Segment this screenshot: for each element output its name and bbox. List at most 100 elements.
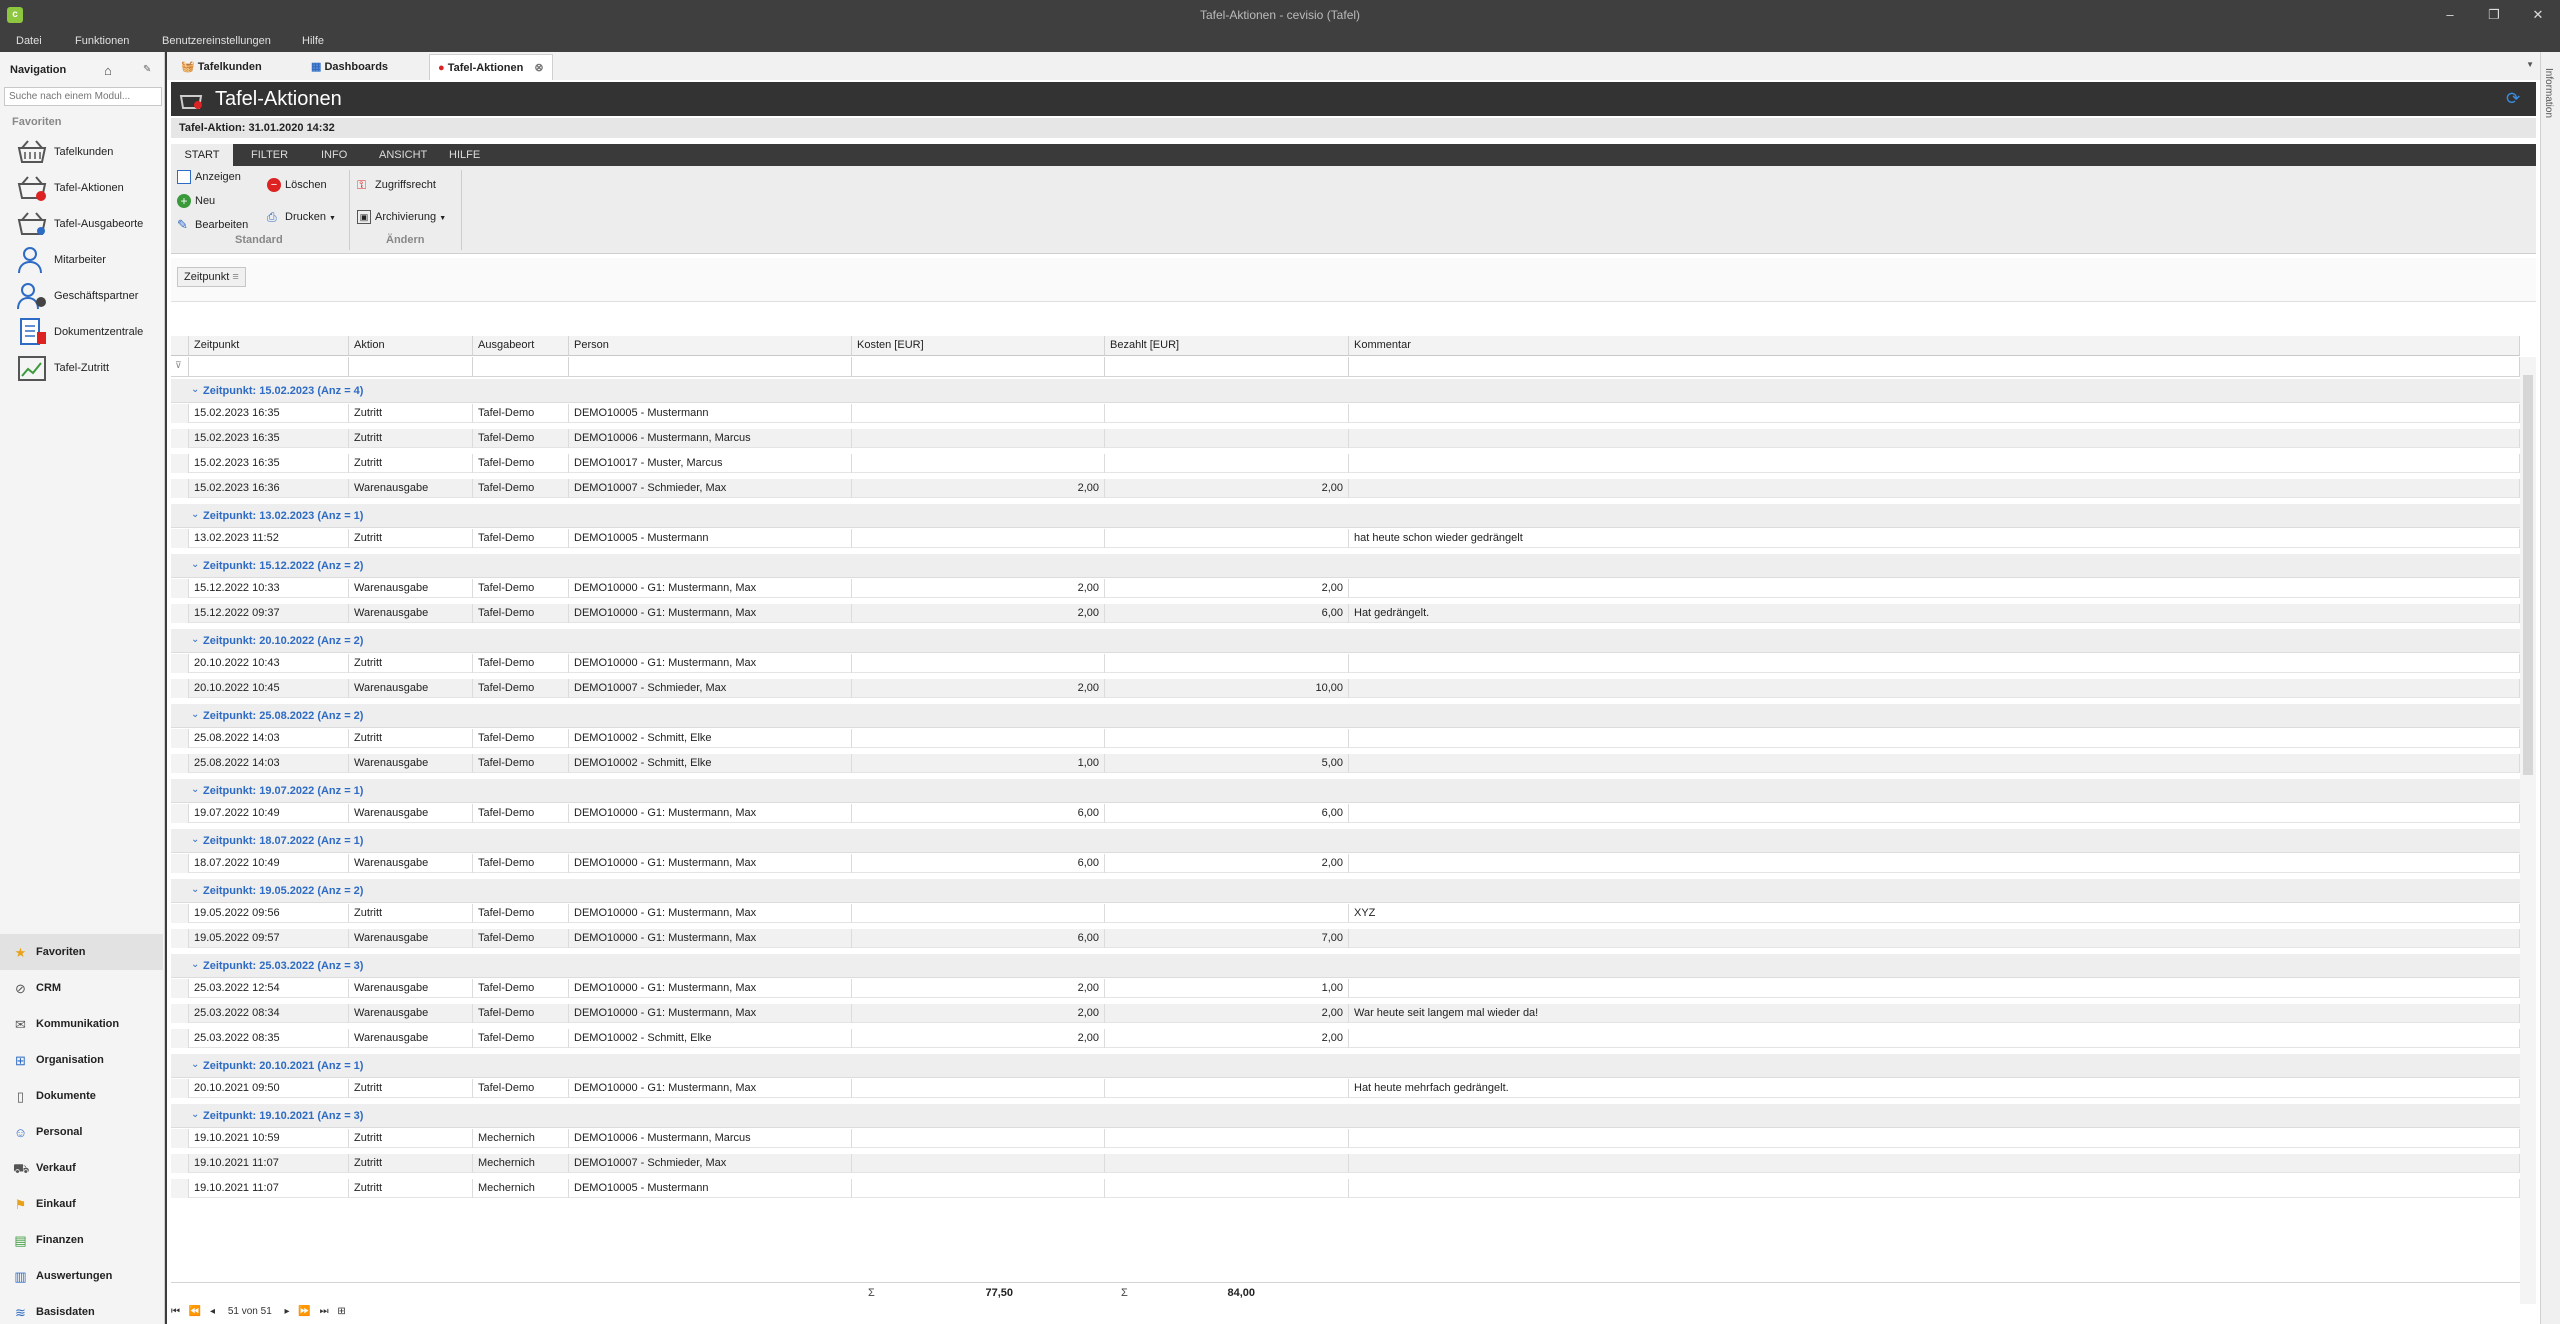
module-organisation[interactable]: ⊞ Organisation — [0, 1042, 163, 1078]
archivierung-button[interactable]: ▣ Archivierung ▼ — [357, 210, 446, 230]
minimize-button[interactable]: – — [2436, 5, 2464, 25]
next-page-icon[interactable]: ⏩ — [298, 1306, 310, 1317]
module-kommunikation[interactable]: ✉ Kommunikation — [0, 1006, 163, 1042]
anzeigen-button[interactable]: Anzeigen — [177, 170, 241, 190]
module-verkauf[interactable]: ⛟ Verkauf — [0, 1150, 163, 1186]
group-row[interactable]: ⌄ Zeitpunkt: 20.10.2022 (Anz = 2) — [171, 629, 2520, 653]
table-row[interactable]: 19.10.2021 10:59 Zutritt Mechernich DEMO100… — [171, 1129, 2520, 1148]
filter-cell[interactable] — [473, 357, 569, 377]
table-row[interactable]: 15.02.2023 16:35 Zutritt Tafel-Demo DEMO100… — [171, 454, 2520, 473]
filter-cell[interactable] — [349, 357, 473, 377]
info-panel-label[interactable]: Information — [2543, 68, 2554, 118]
filter-cell[interactable] — [1349, 357, 2520, 377]
column-header[interactable]: Person — [569, 336, 852, 356]
neu-button[interactable]: + Neu — [177, 194, 215, 214]
drucken-button[interactable]: ⎙ Drucken ▼ — [267, 210, 336, 230]
chevron-down-icon[interactable]: ⌄ — [191, 509, 199, 520]
table-row[interactable]: 20.10.2022 10:45 Warenausgabe Tafel-Demo DE… — [171, 679, 2520, 698]
info-panel-strip[interactable] — [2540, 52, 2560, 1324]
next-record-icon[interactable]: ▸ — [285, 1306, 290, 1317]
column-header[interactable]: Kommentar — [1349, 336, 2520, 356]
home-icon[interactable]: ⌂ — [104, 63, 112, 78]
tab-tafelkunden[interactable]: 🧺 Tafelkunden — [173, 54, 270, 80]
chevron-down-icon[interactable]: ⌄ — [191, 884, 199, 895]
chevron-down-icon[interactable]: ⌄ — [191, 834, 199, 845]
table-row[interactable]: 25.03.2022 08:34 Warenausgabe Tafel-Demo DE… — [171, 1004, 2520, 1023]
ribbon-tab-hilfe[interactable]: HILFE — [439, 144, 490, 166]
column-header[interactable]: Ausgabeort — [473, 336, 569, 356]
first-record-icon[interactable]: ⏮ — [171, 1306, 180, 1317]
column-header[interactable]: Aktion — [349, 336, 473, 356]
chevron-down-icon[interactable]: ⌄ — [191, 959, 199, 970]
menu-funktionen[interactable]: Funktionen — [75, 35, 129, 47]
prev-page-icon[interactable]: ⏪ — [189, 1306, 201, 1317]
ribbon-tab-ansicht[interactable]: ANSICHT — [369, 144, 437, 166]
table-row[interactable]: 18.07.2022 10:49 Warenausgabe Tafel-Demo DE… — [171, 854, 2520, 873]
filter-cell[interactable] — [852, 357, 1105, 377]
fav-item-tafel-aktionen[interactable]: Tafel-Aktionen — [16, 172, 161, 204]
fav-item-dokumentzentrale[interactable]: Dokumentzentrale — [16, 316, 161, 348]
table-row[interactable]: 19.05.2022 09:56 Zutritt Tafel-Demo DEMO100… — [171, 904, 2520, 923]
filter-cell[interactable] — [569, 357, 852, 377]
module-einkauf[interactable]: ⚑ Einkauf — [0, 1186, 163, 1222]
refresh-icon[interactable]: ⟳ — [2506, 90, 2524, 108]
table-row[interactable]: 19.05.2022 09:57 Warenausgabe Tafel-Demo DE… — [171, 929, 2520, 948]
loeschen-button[interactable]: − Löschen — [267, 178, 327, 198]
ribbon-tab-info[interactable]: INFO — [311, 144, 357, 166]
module-personal[interactable]: ☺ Personal — [0, 1114, 163, 1150]
maximize-button[interactable]: ❐ — [2480, 5, 2508, 25]
group-row[interactable]: ⌄ Zeitpunkt: 20.10.2021 (Anz = 1) — [171, 1054, 2520, 1078]
fav-item-tafel-zutritt[interactable]: Tafel-Zutritt — [16, 352, 161, 384]
vertical-scrollbar[interactable] — [2520, 357, 2536, 1304]
table-row[interactable]: 15.12.2022 10:33 Warenausgabe Tafel-Demo DE… — [171, 579, 2520, 598]
column-header[interactable]: Zeitpunkt — [189, 336, 349, 356]
table-row[interactable]: 19.10.2021 11:07 Zutritt Mechernich DEMO100… — [171, 1179, 2520, 1198]
fav-item-mitarbeiter[interactable]: Mitarbeiter — [16, 244, 161, 276]
close-button[interactable]: ✕ — [2524, 5, 2552, 25]
table-row[interactable]: 25.03.2022 08:35 Warenausgabe Tafel-Demo DE… — [171, 1029, 2520, 1048]
table-row[interactable]: 15.02.2023 16:36 Warenausgabe Tafel-Demo DE… — [171, 479, 2520, 498]
group-row[interactable]: ⌄ Zeitpunkt: 19.07.2022 (Anz = 1) — [171, 779, 2520, 803]
group-row[interactable]: ⌄ Zeitpunkt: 13.02.2023 (Anz = 1) — [171, 504, 2520, 528]
prev-record-icon[interactable]: ◂ — [210, 1306, 215, 1317]
chevron-down-icon[interactable]: ⌄ — [191, 784, 199, 795]
tab-close-icon[interactable]: ⊗ — [534, 62, 543, 74]
chevron-down-icon[interactable]: ⌄ — [191, 709, 199, 720]
table-row[interactable]: 15.02.2023 16:35 Zutritt Tafel-Demo DEMO100… — [171, 404, 2520, 423]
column-header[interactable]: Bezahlt [EUR] — [1105, 336, 1349, 356]
table-row[interactable]: 20.10.2022 10:43 Zutritt Tafel-Demo DEMO100… — [171, 654, 2520, 673]
menu-datei[interactable]: Datei — [16, 35, 42, 47]
column-header[interactable]: Kosten [EUR] — [852, 336, 1105, 356]
tab-list-chevron-icon[interactable]: ▼ — [2526, 60, 2534, 69]
table-row[interactable]: 25.08.2022 14:03 Zutritt Tafel-Demo DEMO100… — [171, 729, 2520, 748]
ribbon-tab-filter[interactable]: FILTER — [241, 144, 298, 166]
table-row[interactable]: 20.10.2021 09:50 Zutritt Tafel-Demo DEMO100… — [171, 1079, 2520, 1098]
module-favoriten[interactable]: ★ Favoriten — [0, 934, 163, 970]
menu-hilfe[interactable]: Hilfe — [302, 35, 324, 47]
fav-item-tafelkunden[interactable]: Tafelkunden — [16, 136, 161, 168]
scrollbar-thumb[interactable] — [2523, 375, 2533, 775]
module-finanzen[interactable]: ▤ Finanzen — [0, 1222, 163, 1258]
table-row[interactable]: 19.10.2021 11:07 Zutritt Mechernich DEMO100… — [171, 1154, 2520, 1173]
last-record-icon[interactable]: ⏭ — [320, 1306, 329, 1317]
group-row[interactable]: ⌄ Zeitpunkt: 25.08.2022 (Anz = 2) — [171, 704, 2520, 728]
table-row[interactable]: 13.02.2023 11:52 Zutritt Tafel-Demo DEMO100… — [171, 529, 2520, 548]
group-chip-zeitpunkt[interactable]: Zeitpunkt ≡ — [177, 267, 246, 287]
group-row[interactable]: ⌄ Zeitpunkt: 19.05.2022 (Anz = 2) — [171, 879, 2520, 903]
module-crm[interactable]: ⊘ CRM — [0, 970, 163, 1006]
group-row[interactable]: ⌄ Zeitpunkt: 25.03.2022 (Anz = 3) — [171, 954, 2520, 978]
module-search-input[interactable] — [4, 87, 162, 106]
chevron-down-icon[interactable]: ⌄ — [191, 1109, 199, 1120]
group-row[interactable]: ⌄ Zeitpunkt: 19.10.2021 (Anz = 3) — [171, 1104, 2520, 1128]
chevron-down-icon[interactable]: ⌄ — [191, 384, 199, 395]
table-row[interactable]: 25.08.2022 14:03 Warenausgabe Tafel-Demo DE… — [171, 754, 2520, 773]
fav-item-tafel-ausgabeorte[interactable]: Tafel-Ausgabeorte — [16, 208, 161, 240]
table-row[interactable]: 15.02.2023 16:35 Zutritt Tafel-Demo DEMO100… — [171, 429, 2520, 448]
table-row[interactable]: 25.03.2022 12:54 Warenausgabe Tafel-Demo DE… — [171, 979, 2520, 998]
grid-options-icon[interactable]: ⊞ — [337, 1306, 345, 1317]
module-auswertungen[interactable]: ▥ Auswertungen — [0, 1258, 163, 1294]
group-row[interactable]: ⌄ Zeitpunkt: 15.12.2022 (Anz = 2) — [171, 554, 2520, 578]
auto-filter-row[interactable]: ⊽ — [171, 357, 2520, 377]
fav-item-geschaeftspartner[interactable]: Geschäftspartner — [16, 280, 161, 312]
zugriffsrecht-button[interactable]: ⚿ Zugriffsrecht — [357, 178, 436, 198]
